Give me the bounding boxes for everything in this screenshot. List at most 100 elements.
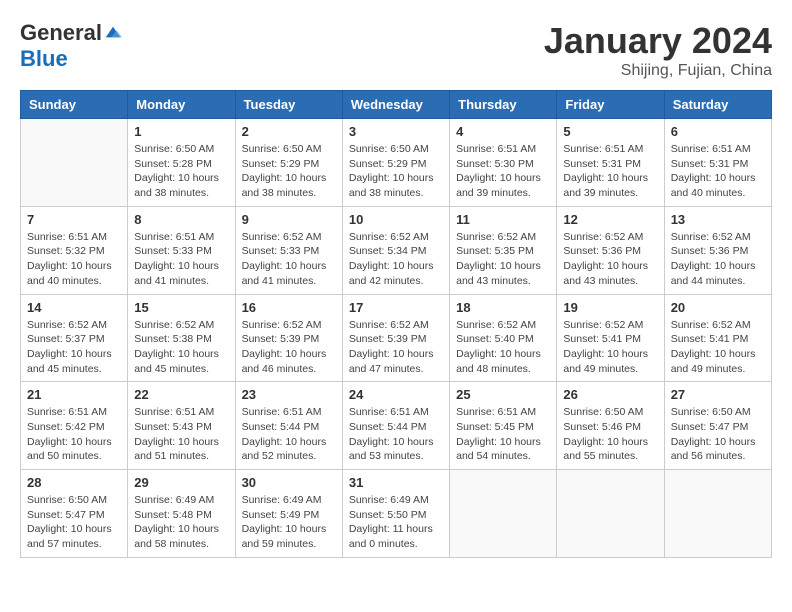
calendar-cell: 23 Sunrise: 6:51 AMSunset: 5:44 PMDayligh… — [235, 382, 342, 470]
day-info: Sunrise: 6:51 AMSunset: 5:43 PMDaylight:… — [134, 405, 228, 464]
day-number: 22 — [134, 387, 228, 402]
day-info: Sunrise: 6:51 AMSunset: 5:44 PMDaylight:… — [242, 405, 336, 464]
day-info: Sunrise: 6:51 AMSunset: 5:32 PMDaylight:… — [27, 230, 121, 289]
day-info: Sunrise: 6:51 AMSunset: 5:45 PMDaylight:… — [456, 405, 550, 464]
day-number: 25 — [456, 387, 550, 402]
day-info: Sunrise: 6:52 AMSunset: 5:36 PMDaylight:… — [671, 230, 765, 289]
day-info: Sunrise: 6:50 AMSunset: 5:47 PMDaylight:… — [671, 405, 765, 464]
day-info: Sunrise: 6:52 AMSunset: 5:33 PMDaylight:… — [242, 230, 336, 289]
day-number: 19 — [563, 300, 657, 315]
calendar-cell: 16 Sunrise: 6:52 AMSunset: 5:39 PMDayligh… — [235, 294, 342, 382]
day-info: Sunrise: 6:52 AMSunset: 5:41 PMDaylight:… — [563, 318, 657, 377]
day-info: Sunrise: 6:51 AMSunset: 5:31 PMDaylight:… — [671, 142, 765, 201]
day-number: 9 — [242, 212, 336, 227]
calendar-cell: 26 Sunrise: 6:50 AMSunset: 5:46 PMDayligh… — [557, 382, 664, 470]
calendar-cell — [21, 119, 128, 207]
calendar-cell: 17 Sunrise: 6:52 AMSunset: 5:39 PMDayligh… — [342, 294, 449, 382]
week-row-2: 7 Sunrise: 6:51 AMSunset: 5:32 PMDaylight… — [21, 206, 772, 294]
calendar-cell: 6 Sunrise: 6:51 AMSunset: 5:31 PMDaylight… — [664, 119, 771, 207]
day-info: Sunrise: 6:52 AMSunset: 5:37 PMDaylight:… — [27, 318, 121, 377]
day-number: 26 — [563, 387, 657, 402]
day-number: 2 — [242, 124, 336, 139]
calendar-cell: 1Sunrise: 6:50 AMSunset: 5:28 PMDaylight… — [128, 119, 235, 207]
day-info: Sunrise: 6:51 AMSunset: 5:44 PMDaylight:… — [349, 405, 443, 464]
day-info: Sunrise: 6:50 AMSunset: 5:28 PMDaylight:… — [134, 142, 228, 201]
column-header-friday: Friday — [557, 91, 664, 119]
day-number: 31 — [349, 475, 443, 490]
calendar-cell: 21 Sunrise: 6:51 AMSunset: 5:42 PMDayligh… — [21, 382, 128, 470]
day-info: Sunrise: 6:52 AMSunset: 5:40 PMDaylight:… — [456, 318, 550, 377]
day-number: 11 — [456, 212, 550, 227]
column-header-thursday: Thursday — [450, 91, 557, 119]
column-header-tuesday: Tuesday — [235, 91, 342, 119]
day-info: Sunrise: 6:49 AMSunset: 5:49 PMDaylight:… — [242, 493, 336, 552]
day-info: Sunrise: 6:52 AMSunset: 5:36 PMDaylight:… — [563, 230, 657, 289]
day-number: 21 — [27, 387, 121, 402]
day-number: 3 — [349, 124, 443, 139]
calendar-cell: 5 Sunrise: 6:51 AMSunset: 5:31 PMDaylight… — [557, 119, 664, 207]
column-header-saturday: Saturday — [664, 91, 771, 119]
calendar-title: January 2024 — [544, 20, 772, 62]
week-row-5: 28 Sunrise: 6:50 AMSunset: 5:47 PMDayligh… — [21, 470, 772, 558]
day-number: 29 — [134, 475, 228, 490]
day-number: 17 — [349, 300, 443, 315]
calendar-cell: 2 Sunrise: 6:50 AMSunset: 5:29 PMDaylight… — [235, 119, 342, 207]
week-row-1: 1Sunrise: 6:50 AMSunset: 5:28 PMDaylight… — [21, 119, 772, 207]
calendar-cell: 15 Sunrise: 6:52 AMSunset: 5:38 PMDayligh… — [128, 294, 235, 382]
logo-general-text: General — [20, 20, 102, 46]
day-number: 4 — [456, 124, 550, 139]
day-info: Sunrise: 6:51 AMSunset: 5:33 PMDaylight:… — [134, 230, 228, 289]
day-info: Sunrise: 6:51 AMSunset: 5:42 PMDaylight:… — [27, 405, 121, 464]
day-number: 23 — [242, 387, 336, 402]
day-info: Sunrise: 6:50 AMSunset: 5:29 PMDaylight:… — [242, 142, 336, 201]
calendar-cell: 10 Sunrise: 6:52 AMSunset: 5:34 PMDayligh… — [342, 206, 449, 294]
calendar-header-row: SundayMondayTuesdayWednesdayThursdayFrid… — [21, 91, 772, 119]
day-number: 12 — [563, 212, 657, 227]
calendar-cell: 9 Sunrise: 6:52 AMSunset: 5:33 PMDaylight… — [235, 206, 342, 294]
column-header-monday: Monday — [128, 91, 235, 119]
day-number: 5 — [563, 124, 657, 139]
day-info: Sunrise: 6:52 AMSunset: 5:35 PMDaylight:… — [456, 230, 550, 289]
day-info: Sunrise: 6:52 AMSunset: 5:38 PMDaylight:… — [134, 318, 228, 377]
day-info: Sunrise: 6:52 AMSunset: 5:39 PMDaylight:… — [242, 318, 336, 377]
day-info: Sunrise: 6:49 AMSunset: 5:50 PMDaylight:… — [349, 493, 443, 552]
logo: General Blue — [20, 20, 122, 72]
calendar-cell: 25 Sunrise: 6:51 AMSunset: 5:45 PMDayligh… — [450, 382, 557, 470]
calendar-cell: 28 Sunrise: 6:50 AMSunset: 5:47 PMDayligh… — [21, 470, 128, 558]
day-number: 27 — [671, 387, 765, 402]
calendar-cell: 31 Sunrise: 6:49 AMSunset: 5:50 PMDayligh… — [342, 470, 449, 558]
day-info: Sunrise: 6:50 AMSunset: 5:29 PMDaylight:… — [349, 142, 443, 201]
calendar-cell: 14Sunrise: 6:52 AMSunset: 5:37 PMDayligh… — [21, 294, 128, 382]
calendar-cell: 4 Sunrise: 6:51 AMSunset: 5:30 PMDaylight… — [450, 119, 557, 207]
calendar-cell — [557, 470, 664, 558]
calendar-cell — [450, 470, 557, 558]
column-header-sunday: Sunday — [21, 91, 128, 119]
calendar-cell: 3 Sunrise: 6:50 AMSunset: 5:29 PMDaylight… — [342, 119, 449, 207]
day-number: 10 — [349, 212, 443, 227]
logo-icon — [104, 23, 122, 41]
day-number: 30 — [242, 475, 336, 490]
day-number: 15 — [134, 300, 228, 315]
calendar-cell: 20Sunrise: 6:52 AMSunset: 5:41 PMDayligh… — [664, 294, 771, 382]
logo-blue-text: Blue — [20, 46, 68, 72]
week-row-3: 14Sunrise: 6:52 AMSunset: 5:37 PMDayligh… — [21, 294, 772, 382]
day-info: Sunrise: 6:51 AMSunset: 5:30 PMDaylight:… — [456, 142, 550, 201]
day-info: Sunrise: 6:51 AMSunset: 5:31 PMDaylight:… — [563, 142, 657, 201]
day-number: 7 — [27, 212, 121, 227]
day-number: 28 — [27, 475, 121, 490]
day-info: Sunrise: 6:52 AMSunset: 5:39 PMDaylight:… — [349, 318, 443, 377]
day-number: 6 — [671, 124, 765, 139]
title-section: January 2024 Shijing, Fujian, China — [544, 20, 772, 80]
day-number: 16 — [242, 300, 336, 315]
day-info: Sunrise: 6:52 AMSunset: 5:41 PMDaylight:… — [671, 318, 765, 377]
day-info: Sunrise: 6:50 AMSunset: 5:47 PMDaylight:… — [27, 493, 121, 552]
calendar-cell — [664, 470, 771, 558]
calendar-subtitle: Shijing, Fujian, China — [544, 62, 772, 80]
day-info: Sunrise: 6:50 AMSunset: 5:46 PMDaylight:… — [563, 405, 657, 464]
day-info: Sunrise: 6:49 AMSunset: 5:48 PMDaylight:… — [134, 493, 228, 552]
day-number: 13 — [671, 212, 765, 227]
day-info: Sunrise: 6:52 AMSunset: 5:34 PMDaylight:… — [349, 230, 443, 289]
calendar-table: SundayMondayTuesdayWednesdayThursdayFrid… — [20, 90, 772, 558]
day-number: 8 — [134, 212, 228, 227]
calendar-cell: 18Sunrise: 6:52 AMSunset: 5:40 PMDayligh… — [450, 294, 557, 382]
